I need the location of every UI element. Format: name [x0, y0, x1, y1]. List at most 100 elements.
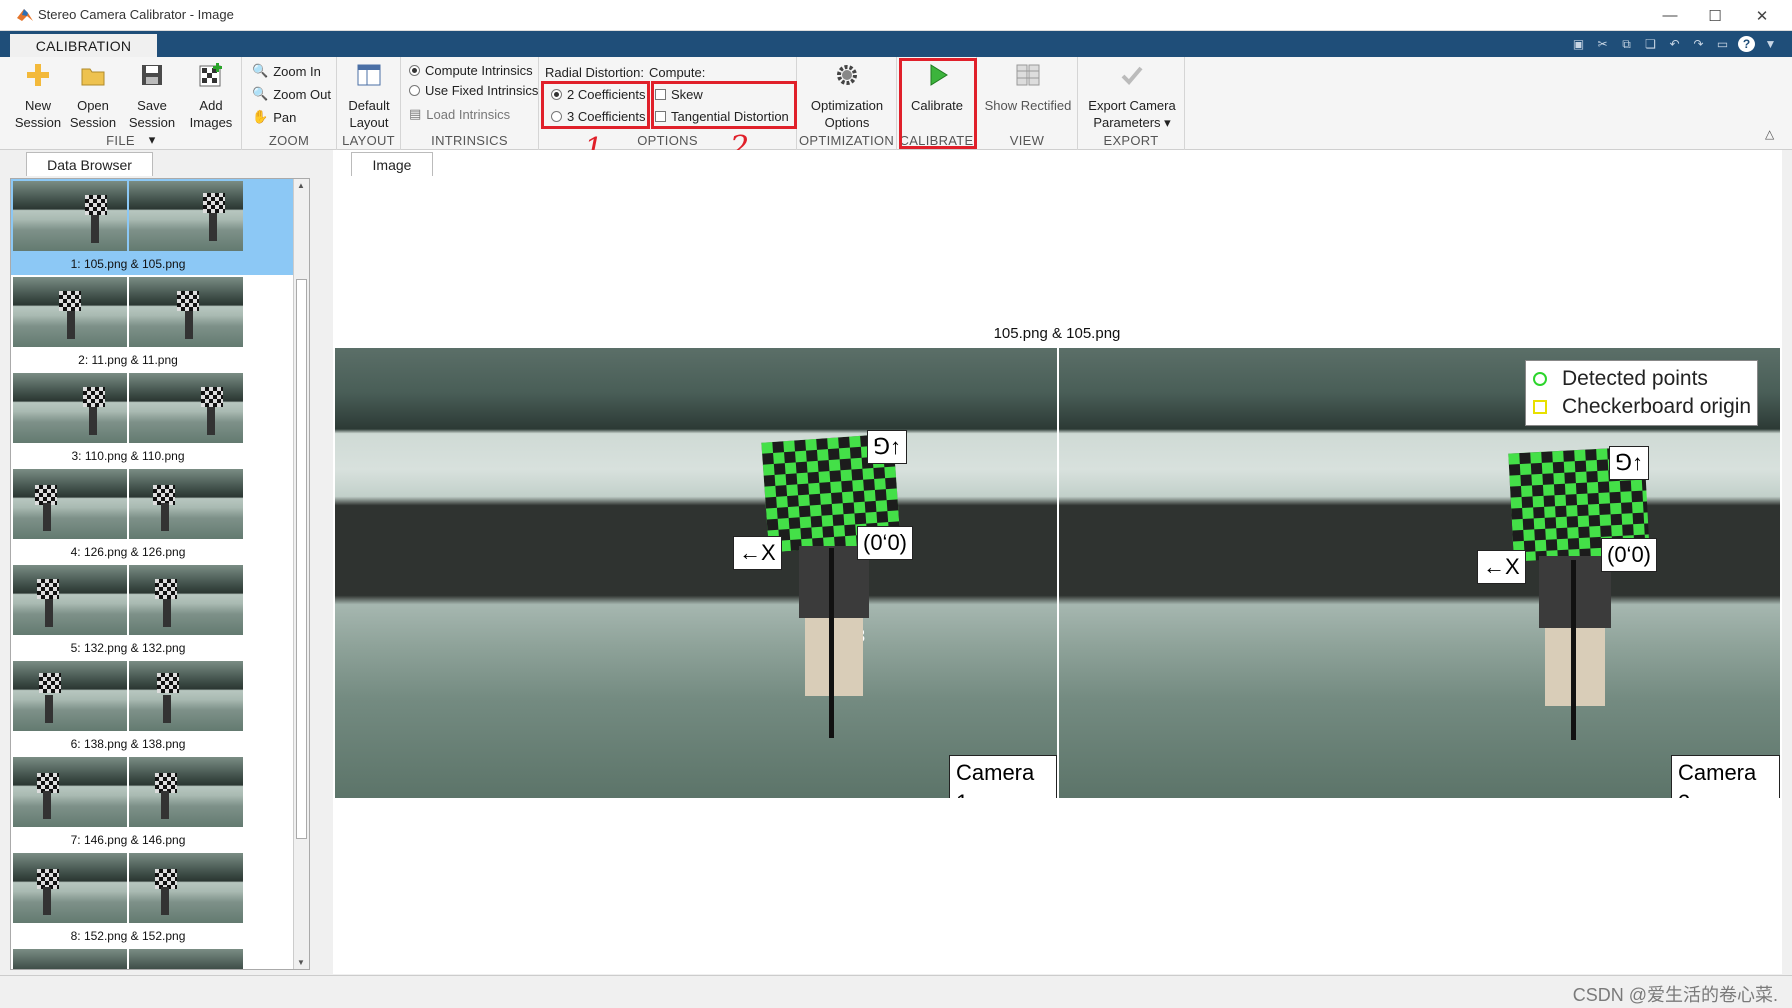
redo-quick-icon[interactable]: ↷ — [1690, 36, 1707, 52]
list-item[interactable]: 6: 138.png & 138.png — [11, 659, 309, 755]
load-intrinsics-button[interactable]: ▤ Load Intrinsics — [409, 106, 510, 122]
zoom-out-label: Zoom Out — [273, 86, 331, 102]
optimization-options-button[interactable]: Optimization Options — [801, 61, 893, 131]
list-item[interactable]: 5: 132.png & 132.png — [11, 563, 309, 659]
section-intrinsics: Compute Intrinsics Use Fixed Intrinsics … — [401, 57, 539, 150]
section-view: Show Rectified VIEW — [977, 57, 1078, 150]
tab-image[interactable]: Image — [351, 152, 433, 176]
zoom-in-label: Zoom In — [273, 63, 321, 79]
section-optimization: Optimization Options OPTIMIZATION — [797, 57, 897, 150]
thumbnail-left — [13, 949, 127, 969]
list-item[interactable]: 7: 146.png & 146.png — [11, 755, 309, 851]
list-item[interactable]: 1: 105.png & 105.png — [11, 179, 309, 275]
legend-origin-label: Checkerboard origin — [1562, 395, 1752, 418]
options-heading: Radial Distortion: Compute: — [545, 65, 705, 80]
window-quick-icon[interactable]: ▭ — [1714, 36, 1731, 52]
green-circle-icon — [1533, 372, 1547, 386]
vertical-scrollbar[interactable]: ▲ ▼ — [293, 179, 309, 969]
section-export: Export Camera Parameters ▾ EXPORT — [1078, 57, 1185, 150]
list-item[interactable]: 8: 152.png & 152.png — [11, 851, 309, 947]
add-images-icon — [199, 63, 222, 87]
cut-quick-icon[interactable]: ✂ — [1594, 36, 1611, 52]
thumbnail-right — [129, 757, 243, 827]
open-session-label-1: Open — [77, 98, 109, 113]
new-session-icon — [27, 64, 49, 86]
list-item[interactable]: 2: 11.png & 11.png — [11, 275, 309, 371]
new-session-button[interactable]: New Session — [12, 61, 64, 131]
stand-pole — [1571, 560, 1576, 740]
person-legs — [805, 618, 863, 696]
maximize-icon: ☐ — [1708, 7, 1722, 25]
open-session-label-2: Session — [69, 115, 117, 130]
tab-calibration[interactable]: CALIBRATION — [10, 34, 157, 57]
thumbnail-left — [13, 757, 127, 827]
default-layout-button[interactable]: Default Layout — [341, 61, 397, 131]
thumbnail-right — [129, 277, 243, 347]
list-item[interactable]: 4: 126.png & 126.png — [11, 467, 309, 563]
thumbnail-right — [129, 565, 243, 635]
list-item-label: 1: 105.png & 105.png — [70, 257, 186, 271]
collapse-ribbon-icon[interactable]: ▼ — [1762, 36, 1779, 52]
save-session-label-1: Save — [137, 98, 167, 113]
section-export-label: EXPORT — [1103, 133, 1159, 148]
list-item-label: 7: 146.png & 146.png — [70, 833, 186, 847]
section-layout: Default Layout LAYOUT — [337, 57, 401, 150]
tab-data-browser[interactable]: Data Browser — [26, 152, 153, 176]
x-axis-label: ←X — [733, 536, 782, 570]
radio-selected-icon — [409, 65, 420, 76]
save-quick-icon[interactable]: ▣ — [1570, 36, 1587, 52]
scroll-up-icon[interactable]: ▲ — [297, 181, 305, 190]
compute-intrinsics-radio[interactable]: Compute Intrinsics — [409, 63, 533, 78]
close-icon: ✕ — [1755, 7, 1769, 25]
export-camera-parameters-button[interactable]: Export Camera Parameters ▾ — [1082, 61, 1182, 131]
section-file-label: FILE — [106, 133, 135, 148]
ribbon-collapse-icon[interactable]: △ — [1765, 127, 1774, 141]
list-item-label: 8: 152.png & 152.png — [70, 929, 186, 943]
radial-distortion-heading: Radial Distortion: — [545, 65, 644, 80]
help-icon[interactable]: ? — [1738, 36, 1755, 52]
annotation-box-1 — [541, 81, 650, 129]
thumbnail-left — [13, 277, 127, 347]
list-item-label: 2: 11.png & 11.png — [78, 353, 178, 367]
list-item[interactable]: 3: 110.png & 110.png — [11, 371, 309, 467]
thumbnail-right — [129, 181, 243, 251]
camera2-image[interactable]: 23 ⅁↑ ←X (0‘0) Detected points Checkerbo… — [1059, 348, 1780, 798]
open-session-button[interactable]: Open Session — [66, 61, 120, 131]
origin-label: (0‘0) — [857, 526, 914, 560]
add-images-button[interactable]: Add Images — [184, 61, 238, 131]
image-pair-title: 105.png & 105.png — [993, 325, 1121, 342]
ribbon: New Session Open Session Save Session ▾ … — [0, 57, 1792, 150]
image-panel: Image 105.png & 105.png 23 ⅁↑ ←X (0‘0) C… — [333, 150, 1782, 974]
camera1-label: Camera 1 — [949, 755, 1057, 798]
annotation-box-2 — [651, 81, 797, 129]
section-view-label: VIEW — [1009, 133, 1045, 148]
export-label-2: Parameters ▾ — [1093, 115, 1171, 130]
optimization-options-label-1: Optimization — [810, 98, 884, 113]
load-intrinsics-label: Load Intrinsics — [426, 106, 511, 122]
pan-label: Pan — [273, 109, 297, 125]
zoom-out-button[interactable]: 🔍 Zoom Out — [252, 86, 331, 102]
close-window-button[interactable]: ✕ — [1737, 0, 1787, 31]
thumbnail-right — [129, 661, 243, 731]
paste-quick-icon[interactable]: ❏ — [1642, 36, 1659, 52]
legend: Detected points Checkerboard origin — [1525, 360, 1759, 426]
minimize-button[interactable]: — — [1645, 0, 1695, 31]
scrollbar-thumb[interactable] — [296, 279, 307, 839]
list-item-partial[interactable] — [11, 947, 309, 969]
yellow-square-icon — [1533, 400, 1547, 414]
scroll-down-icon[interactable]: ▼ — [297, 958, 305, 967]
section-options-label: OPTIONS — [637, 133, 698, 148]
camera2-label: Camera 2 — [1671, 755, 1780, 798]
pan-button[interactable]: ✋ Pan — [252, 109, 296, 125]
list-item-label: 3: 110.png & 110.png — [71, 449, 185, 463]
radio-unselected-icon — [409, 85, 420, 96]
copy-quick-icon[interactable]: ⧉ — [1618, 36, 1635, 52]
camera1-image[interactable]: 23 ⅁↑ ←X (0‘0) Camera 1 — [335, 348, 1057, 798]
use-fixed-intrinsics-radio[interactable]: Use Fixed Intrinsics — [409, 83, 538, 98]
add-images-label-1: Add — [199, 98, 223, 113]
thumbnail-left — [13, 181, 127, 251]
undo-quick-icon[interactable]: ↶ — [1666, 36, 1683, 52]
zoom-in-button[interactable]: 🔍 Zoom In — [252, 63, 321, 79]
show-rectified-button[interactable]: Show Rectified — [981, 61, 1075, 114]
maximize-button[interactable]: ☐ — [1690, 0, 1740, 31]
